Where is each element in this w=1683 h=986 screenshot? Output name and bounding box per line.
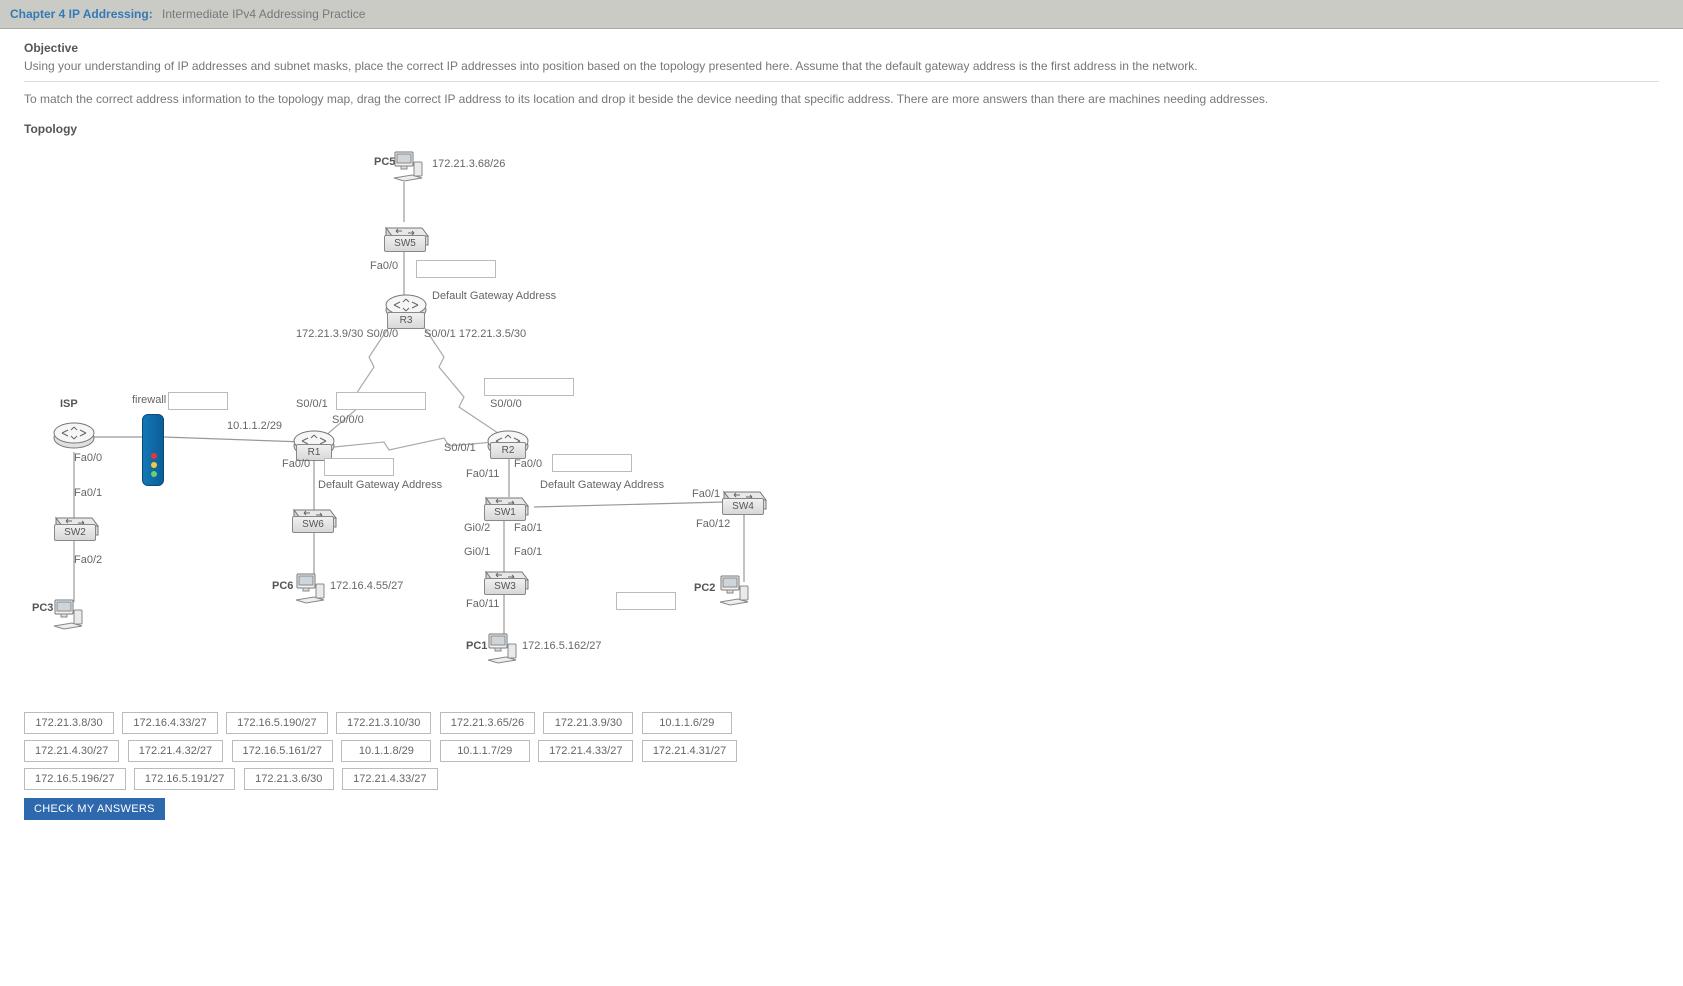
- pc1-ip: 172.16.5.162/27: [522, 640, 602, 652]
- chapter-label: Chapter 4 IP Addressing:: [10, 7, 153, 21]
- pc2-label: PC2: [694, 582, 715, 594]
- r3-label: R3: [387, 312, 425, 329]
- pc3-label: PC3: [32, 602, 53, 614]
- sw6-label: SW6: [292, 516, 334, 533]
- drop-r1-s001[interactable]: [336, 392, 426, 410]
- topology-diagram: PC5 172.21.3.68/26 SW5 Fa0/0 R3 Default …: [24, 142, 1659, 702]
- r1-s001: S0/0/1: [296, 398, 328, 410]
- pc-icon: [294, 572, 326, 604]
- answer-chip[interactable]: 172.16.5.190/27: [226, 712, 328, 734]
- page-title: Intermediate IPv4 Addressing Practice: [162, 7, 365, 21]
- pc6-label: PC6: [272, 580, 293, 592]
- answer-row-3: 172.16.5.196/27 172.16.5.191/27 172.21.3…: [24, 768, 1659, 790]
- sw1-gi02: Gi0/2: [464, 522, 490, 534]
- drop-r3-fa00[interactable]: [416, 260, 496, 278]
- answer-chip[interactable]: 172.16.5.196/27: [24, 768, 126, 790]
- objective-heading: Objective: [24, 41, 1659, 55]
- r3-s001: S0/0/1 172.21.3.5/30: [424, 328, 526, 340]
- sw3-label: SW3: [484, 578, 526, 595]
- drop-r2-s000[interactable]: [484, 378, 574, 396]
- r2-fa00: Fa0/0: [514, 458, 542, 470]
- objective-text-1: Using your understanding of IP addresses…: [24, 57, 1659, 75]
- pc6-ip: 172.16.4.55/27: [330, 580, 403, 592]
- breadcrumb: Chapter 4 IP Addressing: Intermediate IP…: [0, 0, 1683, 29]
- sw1-fa01-a: Fa0/1: [514, 522, 542, 534]
- sw5-label: SW5: [384, 235, 426, 252]
- answer-chip[interactable]: 172.21.4.31/27: [642, 740, 737, 762]
- firewall-label: firewall: [132, 394, 166, 406]
- answer-chip[interactable]: 10.1.1.7/29: [440, 740, 530, 762]
- router-icon: [52, 420, 96, 450]
- pc-icon: [52, 598, 84, 630]
- pc1-label: PC1: [466, 640, 487, 652]
- drop-pc2[interactable]: [616, 592, 676, 610]
- sw1-fa011: Fa0/11: [466, 468, 499, 480]
- drop-r1-fa00[interactable]: [324, 458, 394, 476]
- sw2-label: SW2: [54, 524, 96, 541]
- sw4-fa01: Fa0/1: [692, 488, 720, 500]
- answer-chip[interactable]: 172.21.3.8/30: [24, 712, 114, 734]
- sw1-gi01: Gi0/1: [464, 546, 490, 558]
- ip-10112: 10.1.1.2/29: [227, 420, 282, 432]
- dga-r1: Default Gateway Address: [318, 479, 442, 491]
- answer-chip[interactable]: 172.16.4.33/27: [122, 712, 217, 734]
- check-answers-button[interactable]: CHECK MY ANSWERS: [24, 798, 165, 820]
- r2-label: R2: [490, 442, 526, 459]
- answer-chip[interactable]: 172.21.3.10/30: [336, 712, 431, 734]
- objective-text-2: To match the correct address information…: [24, 90, 1659, 108]
- sw3-fa011: Fa0/11: [466, 598, 499, 610]
- divider: [24, 81, 1659, 82]
- sw4-fa012: Fa0/12: [696, 518, 730, 530]
- fa00-sw5: Fa0/0: [370, 260, 398, 272]
- sw4-label: SW4: [722, 498, 764, 515]
- r2-s000: S0/0/0: [490, 398, 522, 410]
- answer-chip[interactable]: 172.21.4.33/27: [342, 768, 437, 790]
- sw1-fa01-b: Fa0/1: [514, 546, 542, 558]
- sw1-label: SW1: [484, 504, 526, 521]
- drop-firewall[interactable]: [168, 392, 228, 410]
- answer-pool: 172.21.3.8/30 172.16.4.33/27 172.16.5.19…: [24, 712, 1659, 790]
- answer-chip[interactable]: 172.16.5.191/27: [134, 768, 236, 790]
- pc-icon: [486, 632, 518, 664]
- dga-r3: Default Gateway Address: [432, 290, 556, 302]
- answer-row-2: 172.21.4.30/27 172.21.4.32/27 172.16.5.1…: [24, 740, 1659, 762]
- answer-chip[interactable]: 172.21.4.33/27: [538, 740, 633, 762]
- isp-label: ISP: [60, 398, 78, 410]
- r1-fa00: Fa0/0: [282, 458, 310, 470]
- isp-fa01: Fa0/1: [74, 487, 102, 499]
- pc-icon: [392, 150, 424, 182]
- topology-heading: Topology: [24, 122, 1659, 136]
- sw2-fa02: Fa0/2: [74, 554, 102, 566]
- pc-icon: [718, 574, 750, 606]
- answer-chip[interactable]: 172.21.4.32/27: [128, 740, 223, 762]
- answer-chip[interactable]: 172.16.5.161/27: [232, 740, 334, 762]
- answer-chip[interactable]: 10.1.1.8/29: [341, 740, 431, 762]
- drop-r2-fa00[interactable]: [552, 454, 632, 472]
- r1-s000: S0/0/0: [332, 414, 364, 426]
- pc5-ip: 172.21.3.68/26: [432, 158, 505, 170]
- r3-s000: 172.21.3.9/30 S0/0/0: [296, 328, 398, 340]
- answer-chip[interactable]: 172.21.3.65/26: [440, 712, 535, 734]
- answer-row-1: 172.21.3.8/30 172.16.4.33/27 172.16.5.19…: [24, 712, 1659, 734]
- answer-chip[interactable]: 172.21.3.9/30: [543, 712, 633, 734]
- firewall-icon: [142, 414, 164, 486]
- dga-r2: Default Gateway Address: [540, 479, 664, 491]
- answer-chip[interactable]: 172.21.3.6/30: [244, 768, 334, 790]
- answer-chip[interactable]: 172.21.4.30/27: [24, 740, 119, 762]
- answer-chip[interactable]: 10.1.1.6/29: [642, 712, 732, 734]
- isp-fa00: Fa0/0: [74, 452, 102, 464]
- r2-s001: S0/0/1: [444, 442, 476, 454]
